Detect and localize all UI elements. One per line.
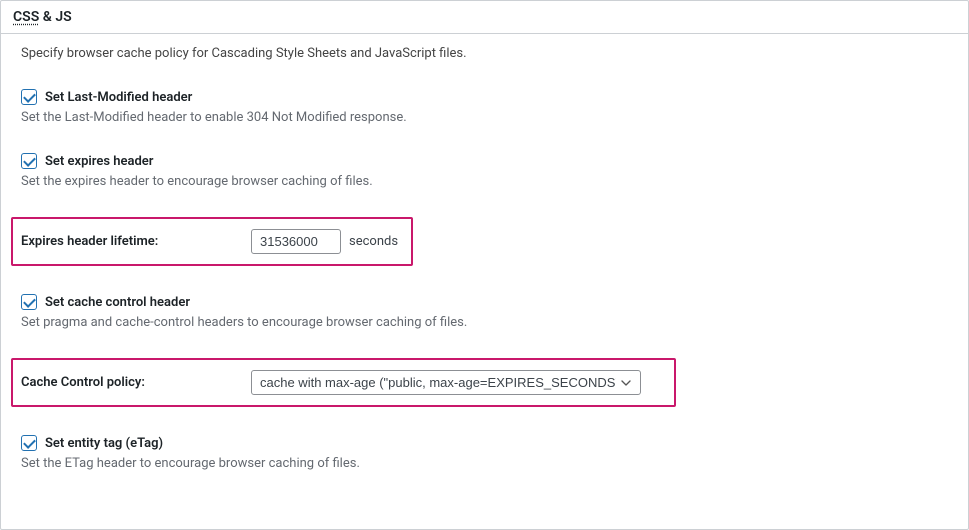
- panel-description: Specify browser cache policy for Cascadi…: [21, 46, 948, 61]
- last-modified-desc: Set the Last-Modified header to enable 3…: [21, 110, 948, 125]
- expires-label-wrap[interactable]: Set expires header: [21, 153, 948, 169]
- etag-desc: Set the ETag header to encourage browser…: [21, 456, 948, 471]
- panel-title-css: CSS: [13, 9, 39, 25]
- field-etag: Set entity tag (eTag) Set the ETag heade…: [21, 435, 948, 471]
- expires-lifetime-label: Expires header lifetime:: [21, 234, 251, 249]
- last-modified-label-wrap[interactable]: Set Last-Modified header: [21, 89, 948, 105]
- panel-body: Specify browser cache policy for Cascadi…: [1, 34, 968, 511]
- cache-control-label: Set cache control header: [45, 295, 190, 310]
- panel-title-connector: &: [39, 9, 55, 25]
- expires-label: Set expires header: [45, 154, 153, 169]
- expires-lifetime-input[interactable]: [251, 229, 341, 254]
- last-modified-label: Set Last-Modified header: [45, 90, 192, 105]
- field-last-modified: Set Last-Modified header Set the Last-Mo…: [21, 89, 948, 125]
- cache-control-label-wrap[interactable]: Set cache control header: [21, 294, 948, 310]
- etag-label-wrap[interactable]: Set entity tag (eTag): [21, 435, 948, 451]
- field-cache-control: Set cache control header Set pragma and …: [21, 294, 948, 330]
- last-modified-checkbox[interactable]: [21, 89, 37, 105]
- field-expires: Set expires header Set the expires heade…: [21, 153, 948, 189]
- cache-control-policy-label: Cache Control policy:: [21, 375, 251, 390]
- expires-lifetime-row: Expires header lifetime: seconds: [11, 217, 413, 266]
- css-js-settings-panel: CSS & JS Specify browser cache policy fo…: [0, 0, 969, 530]
- etag-checkbox[interactable]: [21, 435, 37, 451]
- cache-control-policy-select[interactable]: cache with max-age ("public, max-age=EXP…: [251, 370, 641, 395]
- expires-desc: Set the expires header to encourage brow…: [21, 174, 948, 189]
- panel-title-js: JS: [55, 9, 71, 25]
- cache-control-policy-row: Cache Control policy: cache with max-age…: [11, 358, 676, 407]
- panel-header: CSS & JS: [1, 1, 968, 34]
- cache-control-desc: Set pragma and cache-control headers to …: [21, 315, 948, 330]
- cache-control-checkbox[interactable]: [21, 294, 37, 310]
- etag-label: Set entity tag (eTag): [45, 436, 163, 451]
- expires-checkbox[interactable]: [21, 153, 37, 169]
- expires-lifetime-suffix: seconds: [349, 234, 398, 249]
